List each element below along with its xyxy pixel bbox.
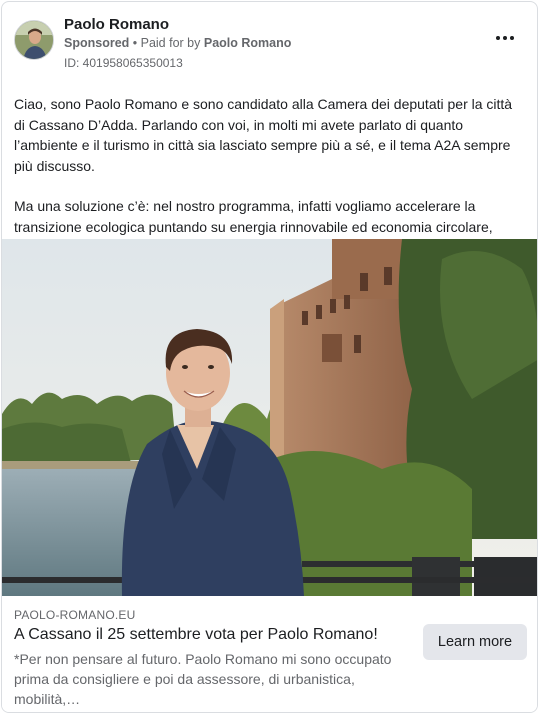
link-headline[interactable]: A Cassano il 25 settembre vota per Paolo…	[14, 626, 378, 644]
paid-for-prefix: • Paid for by	[129, 36, 204, 50]
link-description: *Per non pensare al futuro. Paolo Romano…	[14, 651, 392, 707]
ad-card: Paolo Romano Sponsored • Paid for by Pao…	[1, 1, 538, 713]
post-image[interactable]	[2, 239, 537, 596]
post-text: Ciao, sono Paolo Romano e sono candidato…	[14, 94, 526, 258]
more-options-icon[interactable]	[493, 28, 517, 48]
author-name[interactable]: Paolo Romano	[64, 16, 169, 33]
payer-name[interactable]: Paolo Romano	[204, 36, 292, 50]
post-paragraph-1: Ciao, sono Paolo Romano e sono candidato…	[14, 96, 513, 174]
post-header: Paolo Romano Sponsored • Paid for by Pao…	[14, 16, 525, 70]
ad-id: ID: 401958065350013	[64, 56, 183, 70]
sponsored-line: Sponsored • Paid for by Paolo Romano	[64, 36, 291, 50]
learn-more-button[interactable]: Learn more	[423, 624, 527, 660]
avatar[interactable]	[14, 20, 54, 60]
link-preview[interactable]: PAOLO-ROMANO.EU A Cassano il 25 settembr…	[2, 597, 537, 712]
link-domain: PAOLO-ROMANO.EU	[14, 608, 136, 622]
sponsored-label: Sponsored	[64, 36, 130, 50]
